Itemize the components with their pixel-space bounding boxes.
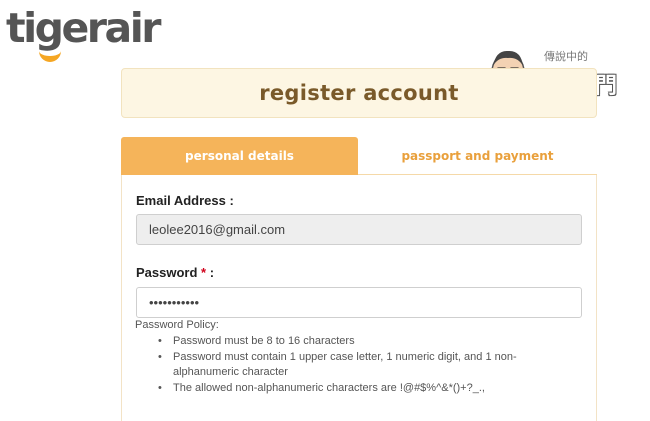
password-label: Password * :	[136, 265, 214, 280]
email-field[interactable]: leolee2016@gmail.com	[136, 214, 582, 245]
tigerair-logo[interactable]: tigerair	[6, 4, 161, 68]
tab-passport-and-payment[interactable]: passport and payment	[358, 137, 597, 175]
password-field[interactable]: •••••••••••	[136, 287, 582, 318]
email-label: Email Address :	[136, 193, 234, 208]
policy-rule: Password must contain 1 upper case lette…	[158, 350, 538, 381]
page-title-bar: register account	[121, 68, 597, 118]
password-policy-list: Password must be 8 to 16 characters Pass…	[158, 334, 538, 396]
password-label-text: Password	[136, 265, 198, 280]
password-label-suffix: :	[206, 265, 215, 280]
logo-text: tigerair	[6, 4, 161, 52]
page-title: register account	[259, 81, 459, 105]
tab-personal-details[interactable]: personal details	[121, 137, 358, 175]
policy-rule: Password must be 8 to 16 characters	[158, 334, 538, 350]
logo-smile-mark	[39, 48, 61, 62]
watermark-small-text: 傳說中的	[544, 50, 588, 63]
policy-rule: The allowed non-alphanumeric characters …	[158, 381, 538, 397]
tab-bar: personal details passport and payment	[121, 137, 597, 175]
password-policy-title: Password Policy:	[135, 319, 219, 331]
